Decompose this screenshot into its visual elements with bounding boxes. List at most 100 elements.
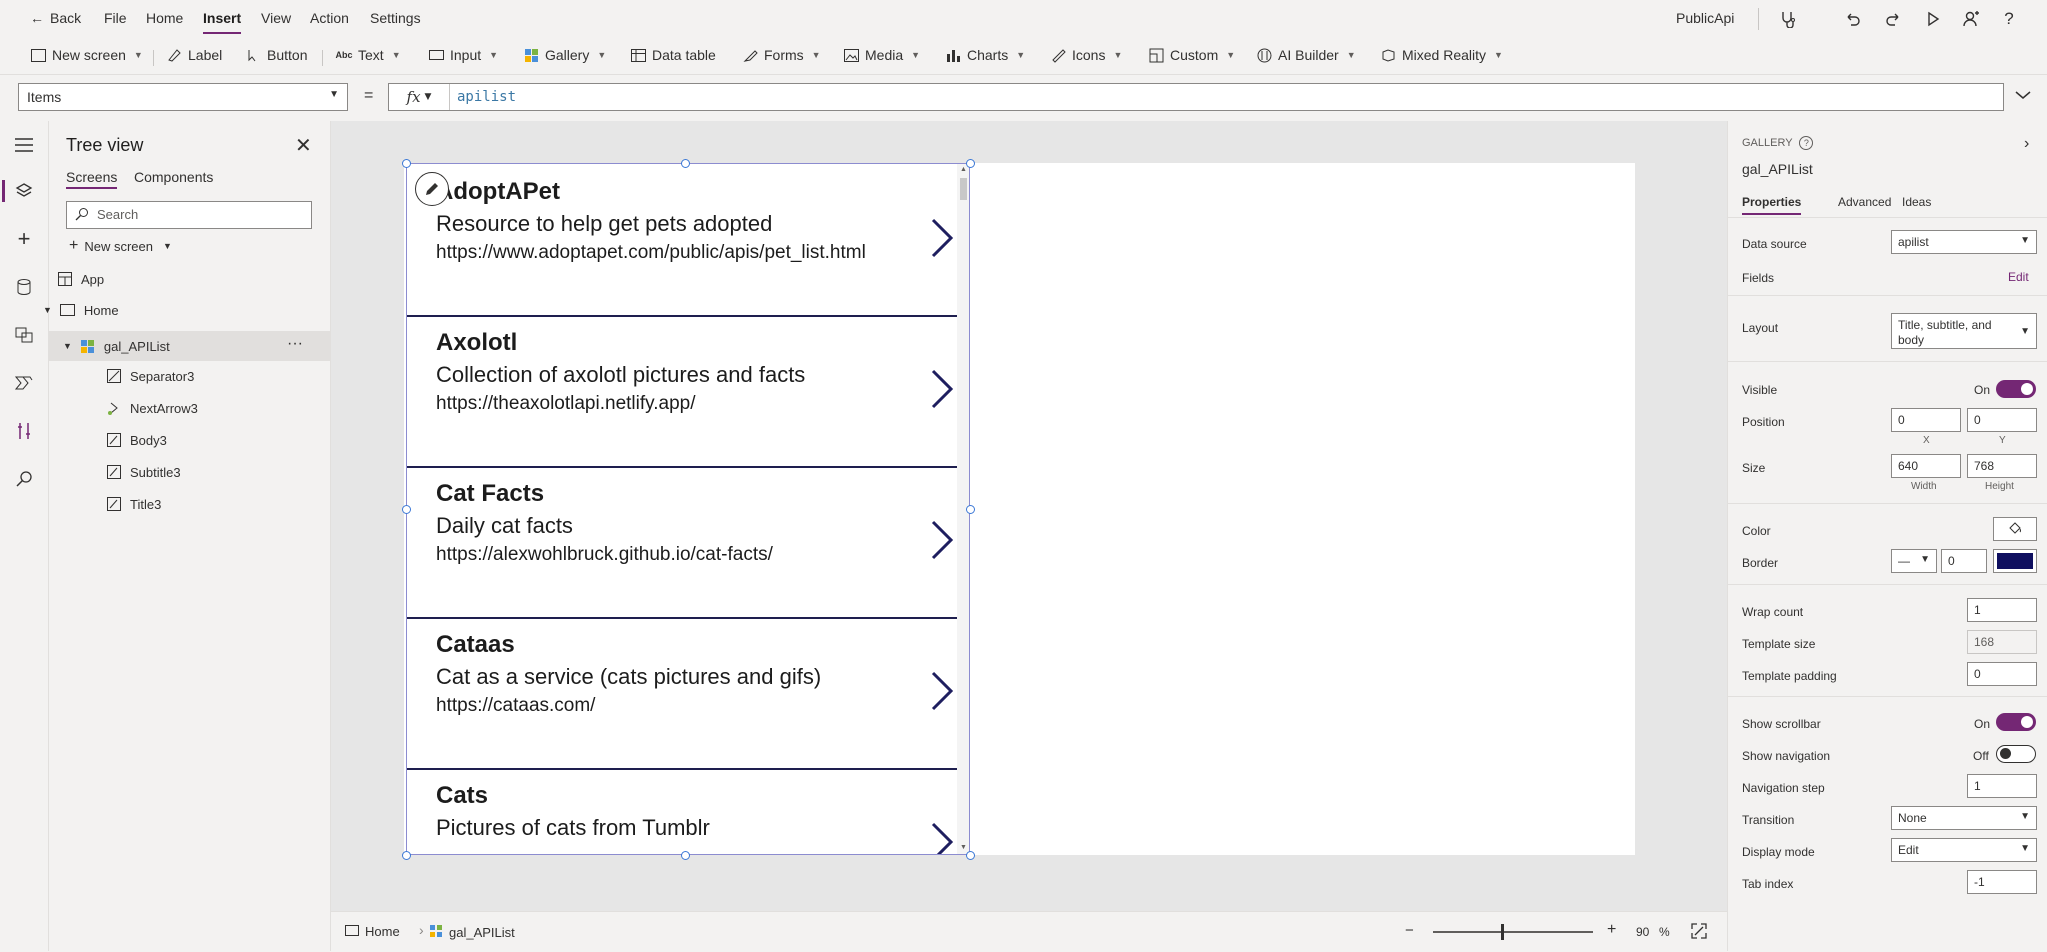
redo-icon[interactable]: [1880, 6, 1906, 32]
next-arrow-icon[interactable]: [927, 216, 955, 260]
wrap-count-input[interactable]: 1: [1967, 598, 2037, 622]
gallery-row[interactable]: Axolotl Collection of axolotl pictures a…: [407, 315, 967, 468]
expand-formula-icon[interactable]: [2015, 87, 2031, 103]
back-button[interactable]: ← Back: [30, 10, 81, 26]
next-arrow-icon[interactable]: [927, 820, 955, 855]
border-style-dropdown[interactable]: — ▼: [1891, 549, 1937, 573]
resize-handle[interactable]: [966, 159, 975, 168]
border-width-input[interactable]: 0: [1941, 549, 1987, 573]
tree-search-input[interactable]: Search: [66, 201, 312, 229]
close-icon[interactable]: ✕: [295, 133, 312, 158]
menu-file[interactable]: File: [104, 10, 127, 26]
info-icon[interactable]: ?: [1799, 136, 1814, 150]
next-arrow-icon[interactable]: [927, 518, 955, 562]
data-source-dropdown[interactable]: apilist ▼: [1891, 230, 2037, 254]
transition-dropdown[interactable]: None ▼: [1891, 806, 2037, 830]
resize-handle[interactable]: [681, 159, 690, 168]
data-icon[interactable]: [12, 275, 36, 299]
new-screen-button[interactable]: New screen ▼: [30, 47, 143, 63]
tab-components[interactable]: Components: [134, 169, 213, 185]
scrollbar-thumb[interactable]: [960, 178, 967, 200]
advanced-tools-icon[interactable]: [12, 419, 36, 443]
tab-ideas[interactable]: Ideas: [1902, 195, 1931, 209]
zoom-slider-thumb[interactable]: [1501, 924, 1504, 940]
show-navigation-toggle[interactable]: [1996, 745, 2036, 763]
tab-properties[interactable]: Properties: [1742, 195, 1802, 215]
fields-edit-link[interactable]: Edit: [2008, 270, 2029, 284]
custom-button[interactable]: Custom ▼: [1148, 47, 1235, 63]
media-icon[interactable]: [12, 323, 36, 347]
tree-item-arrow[interactable]: NextArrow3: [106, 393, 198, 423]
zoom-in-button[interactable]: +: [1607, 921, 1616, 939]
forms-button[interactable]: Forms ▼: [742, 47, 821, 63]
media-button[interactable]: Media ▼: [843, 47, 920, 63]
edit-pencil-icon[interactable]: [415, 172, 449, 206]
text-button[interactable]: Abc Text ▼: [336, 47, 401, 63]
formula-value[interactable]: apilist: [457, 89, 516, 105]
position-y-input[interactable]: 0: [1967, 408, 2037, 432]
hamburger-icon[interactable]: [12, 133, 36, 157]
position-x-input[interactable]: 0: [1891, 408, 1961, 432]
color-picker[interactable]: [1993, 517, 2037, 541]
resize-handle[interactable]: [681, 851, 690, 860]
help-icon[interactable]: ?: [1996, 6, 2022, 32]
menu-settings[interactable]: Settings: [370, 10, 421, 26]
undo-icon[interactable]: [1840, 6, 1866, 32]
resize-handle[interactable]: [966, 851, 975, 860]
tree-item-subtitle[interactable]: Subtitle3: [106, 457, 181, 487]
tree-view-icon[interactable]: [12, 179, 36, 203]
navigation-step-input[interactable]: 1: [1967, 774, 2037, 798]
tab-index-input[interactable]: -1: [1967, 870, 2037, 894]
gallery-button[interactable]: Gallery ▼: [523, 47, 606, 63]
menu-action[interactable]: Action: [310, 10, 349, 26]
fit-to-window-icon[interactable]: [1691, 923, 1707, 942]
gallery-row[interactable]: Cat Facts Daily cat facts https://alexwo…: [407, 466, 967, 619]
tree-item-body[interactable]: Body3: [106, 425, 167, 455]
share-user-icon[interactable]: [1958, 6, 1984, 32]
gallery-row[interactable]: Cats Pictures of cats from Tumblr: [407, 768, 967, 855]
data-table-button[interactable]: Data table: [630, 47, 716, 63]
tab-advanced[interactable]: Advanced: [1838, 195, 1891, 209]
breadcrumb-control[interactable]: gal_APIList: [429, 924, 515, 941]
border-color-picker[interactable]: [1993, 549, 2037, 573]
tree-item-title[interactable]: Title3: [106, 489, 161, 519]
mixed-reality-button[interactable]: Mixed Reality ▼: [1380, 47, 1503, 63]
resize-handle[interactable]: [402, 851, 411, 860]
tree-item-gallery-selected[interactable]: ▼ gal_APIList ···: [49, 331, 330, 361]
resize-handle[interactable]: [402, 159, 411, 168]
play-icon[interactable]: [1920, 6, 1946, 32]
power-automate-icon[interactable]: [12, 371, 36, 395]
display-mode-dropdown[interactable]: Edit ▼: [1891, 838, 2037, 862]
fx-button[interactable]: fx ▼: [389, 84, 450, 110]
layout-dropdown[interactable]: Title, subtitle, and body ▼: [1891, 313, 2037, 349]
new-screen-link[interactable]: + New screen ▼: [69, 237, 172, 255]
icons-button[interactable]: Icons ▼: [1050, 47, 1122, 63]
visible-toggle[interactable]: [1996, 380, 2036, 398]
search-icon[interactable]: [12, 467, 36, 491]
tree-item-gallery[interactable]: ▼ gal_APIList: [63, 331, 170, 361]
button-button[interactable]: Button: [245, 47, 307, 63]
property-dropdown[interactable]: Items ▼: [18, 83, 348, 111]
template-padding-input[interactable]: 0: [1967, 662, 2037, 686]
zoom-out-button[interactable]: −: [1405, 922, 1414, 939]
more-options-icon[interactable]: ···: [287, 335, 303, 353]
zoom-slider[interactable]: [1433, 931, 1593, 933]
charts-button[interactable]: Charts ▼: [945, 47, 1025, 63]
collapse-chevron-icon[interactable]: ›: [2024, 135, 2029, 153]
gallery-row[interactable]: AdoptAPet Resource to help get pets adop…: [407, 164, 967, 317]
tree-item-separator[interactable]: Separator3: [106, 361, 194, 391]
gallery-control[interactable]: AdoptAPet Resource to help get pets adop…: [406, 163, 970, 855]
tree-item-app[interactable]: App: [57, 264, 104, 294]
width-input[interactable]: 640: [1891, 454, 1961, 478]
app-checker-icon[interactable]: [1775, 6, 1801, 32]
resize-handle[interactable]: [966, 505, 975, 514]
breadcrumb-screen[interactable]: Home: [345, 924, 400, 939]
resize-handle[interactable]: [402, 505, 411, 514]
formula-input[interactable]: fx ▼ apilist: [388, 83, 2004, 111]
tree-item-home[interactable]: ▼ Home: [43, 295, 119, 325]
height-input[interactable]: 768: [1967, 454, 2037, 478]
tab-screens[interactable]: Screens: [66, 169, 118, 189]
scroll-up-icon[interactable]: ▲: [960, 166, 967, 173]
gallery-row[interactable]: Cataas Cat as a service (cats pictures a…: [407, 617, 967, 770]
scroll-down-icon[interactable]: ▼: [960, 844, 967, 851]
